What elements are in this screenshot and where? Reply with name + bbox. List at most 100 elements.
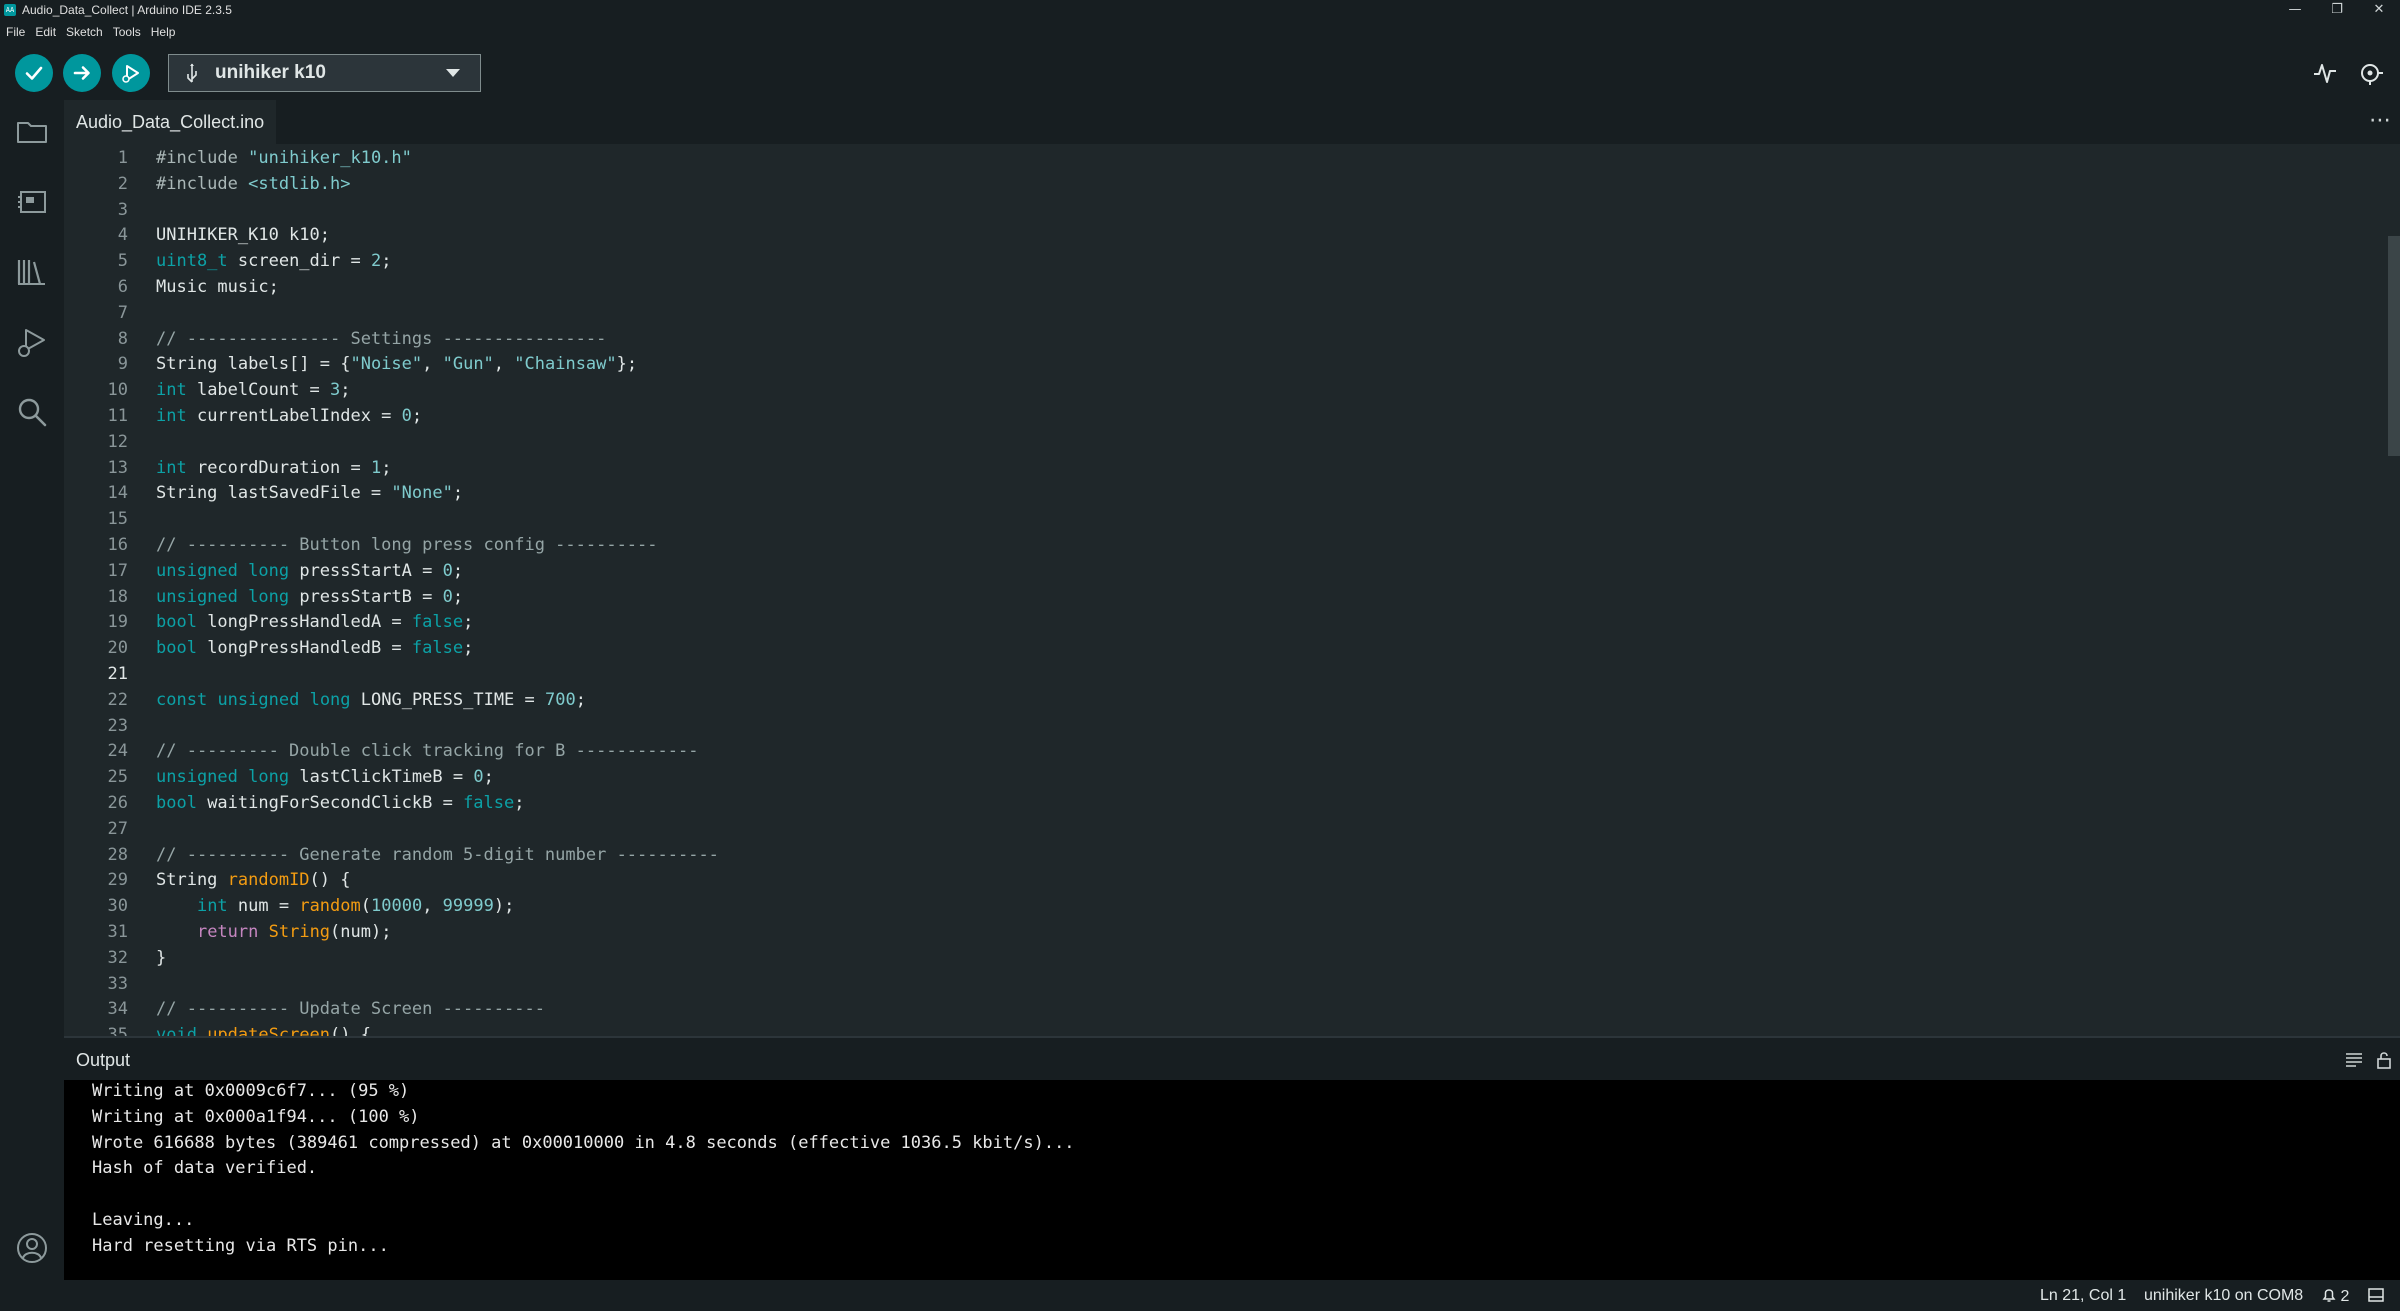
more-options-icon[interactable]: ⋯ [2369,108,2392,133]
board-port-status[interactable]: unihiker k10 on COM8 [2144,1287,2303,1305]
checkmark-icon [25,66,43,80]
arduino-app-icon: AA [4,4,16,16]
unlock-icon[interactable] [2374,1050,2394,1070]
line-number: 23 [107,715,128,736]
restore-button[interactable]: ❐ [2316,0,2358,20]
line-number: 18 [107,586,128,607]
upload-button[interactable] [63,54,101,92]
debug-button[interactable] [112,54,150,92]
toggle-panel-icon[interactable] [2368,1288,2384,1302]
code-line[interactable]: // ---------- Generate random 5-digit nu… [156,842,719,868]
output-line: Leaving... [92,1210,195,1230]
code-line[interactable]: return String(num); [156,919,392,945]
bell-icon [2322,1289,2336,1302]
line-number: 19 [107,612,128,633]
code-line[interactable]: // --------- Double click tracking for B… [156,738,698,764]
code-line[interactable]: // ---------- Update Screen ---------- [156,996,545,1022]
code-line[interactable]: UNIHIKER_K10 k10; [156,222,330,248]
menu-help[interactable]: Help [151,25,176,39]
arrow-right-icon [73,66,90,80]
tab-audio-data-collect[interactable]: Audio_Data_Collect.ino [64,100,277,144]
line-number: 24 [107,741,128,762]
debug-icon[interactable] [14,324,50,360]
line-number: 13 [107,457,128,478]
notifications-indicator[interactable]: 2 [2322,1287,2349,1306]
menu-bar: File Edit Sketch Tools Help [0,20,2400,44]
code-line[interactable]: const unsigned long LONG_PRESS_TIME = 70… [156,687,586,713]
line-number: 17 [107,560,128,581]
code-line[interactable]: void updateScreen() { [156,1022,371,1036]
serial-plotter-icon[interactable] [2312,60,2338,86]
code-line[interactable]: uint8_t screen_dir = 2; [156,248,391,274]
output-title: Output [76,1050,131,1070]
editor-scrollbar[interactable] [2388,236,2400,456]
menu-edit[interactable]: Edit [35,25,56,39]
verify-button[interactable] [15,54,53,92]
output-panel-header: Output [64,1036,2400,1080]
code-editor[interactable]: 1 2 3 4 5 6 7 8 9 10 11 12 13 14 15 16 17 18 19 20 21 22 23 24 2… [64,144,2400,1036]
code-line[interactable]: #include "unihiker_k10.h" [156,145,412,171]
activity-bar [0,100,64,1311]
code-line[interactable]: // ---------- Button long press config -… [156,532,658,558]
line-number: 28 [107,844,128,865]
code-line[interactable]: bool longPressHandledA = false; [156,609,473,635]
menu-tools[interactable]: Tools [113,25,141,39]
library-manager-icon[interactable] [14,254,50,290]
folder-icon[interactable] [14,114,50,150]
usb-icon [187,63,197,83]
code-line[interactable]: String lastSavedFile = "None"; [156,480,463,506]
line-number: 12 [107,431,128,452]
chevron-down-icon [446,69,460,77]
line-number: 21 [107,664,128,684]
line-number: 33 [107,973,128,994]
code-line[interactable]: int currentLabelIndex = 0; [156,403,422,429]
menu-file[interactable]: File [6,25,25,39]
code-line[interactable]: unsigned long pressStartB = 0; [156,584,463,610]
account-icon[interactable] [14,1230,50,1266]
window-controls: — ❐ ✕ [2274,0,2400,20]
output-console[interactable]: Writing at 0x0009c6f7... (95 %) Writing a… [64,1080,2400,1280]
board-selector[interactable]: unihiker k10 [168,54,481,92]
window-title: Audio_Data_Collect | Arduino IDE 2.3.5 [22,3,232,17]
code-line[interactable]: unsigned long lastClickTimeB = 0; [156,764,494,790]
serial-monitor-icon[interactable] [2358,60,2384,86]
line-number: 20 [107,638,128,659]
minimize-button[interactable]: — [2274,0,2316,20]
board-name: unihiker k10 [215,62,326,83]
code-line[interactable]: #include <stdlib.h> [156,171,350,197]
line-number: 25 [107,767,128,788]
line-number: 1 [117,148,128,168]
code-line[interactable]: } [156,945,166,971]
code-line[interactable]: unsigned long pressStartA = 0; [156,558,463,584]
code-line[interactable]: int labelCount = 3; [156,377,351,403]
tab-label: Audio_Data_Collect.ino [76,111,265,132]
code-line[interactable]: bool longPressHandledB = false; [156,635,473,661]
line-number: 10 [107,380,128,401]
code-line[interactable]: bool waitingForSecondClickB = false; [156,790,525,816]
line-number: 4 [117,225,128,246]
menu-sketch[interactable]: Sketch [66,25,103,39]
line-number: 30 [107,896,128,917]
editor-tab-bar: Audio_Data_Collect.ino ⋯ [64,100,2400,144]
line-number: 7 [117,302,128,323]
code-line[interactable]: int num = random(10000, 99999); [156,893,514,919]
line-number: 8 [117,328,128,349]
close-window-button[interactable]: ✕ [2358,0,2400,20]
line-number: 29 [107,870,128,891]
code-line[interactable]: int recordDuration = 1; [156,455,391,481]
clear-output-icon[interactable] [2344,1050,2364,1070]
code-line[interactable]: String randomID() { [156,867,351,893]
boards-manager-icon[interactable] [14,184,50,220]
line-number: 35 [107,1025,128,1036]
line-number: 3 [117,199,128,220]
line-number: 26 [107,793,128,813]
code-line[interactable]: Music music; [156,274,279,300]
code-line[interactable]: // --------------- Settings ------------… [156,326,606,352]
line-number: 22 [107,689,128,710]
output-line: Writing at 0x0009c6f7... (95 %) [92,1081,410,1101]
cursor-position[interactable]: Ln 21, Col 1 [2040,1287,2126,1305]
code-line[interactable]: String labels[] = {"Noise", "Gun", "Chai… [156,351,637,377]
search-icon[interactable] [14,394,50,430]
status-bar: Ln 21, Col 1 unihiker k10 on COM8 2 [0,1280,2400,1311]
output-line: Hash of data verified. [92,1158,318,1179]
